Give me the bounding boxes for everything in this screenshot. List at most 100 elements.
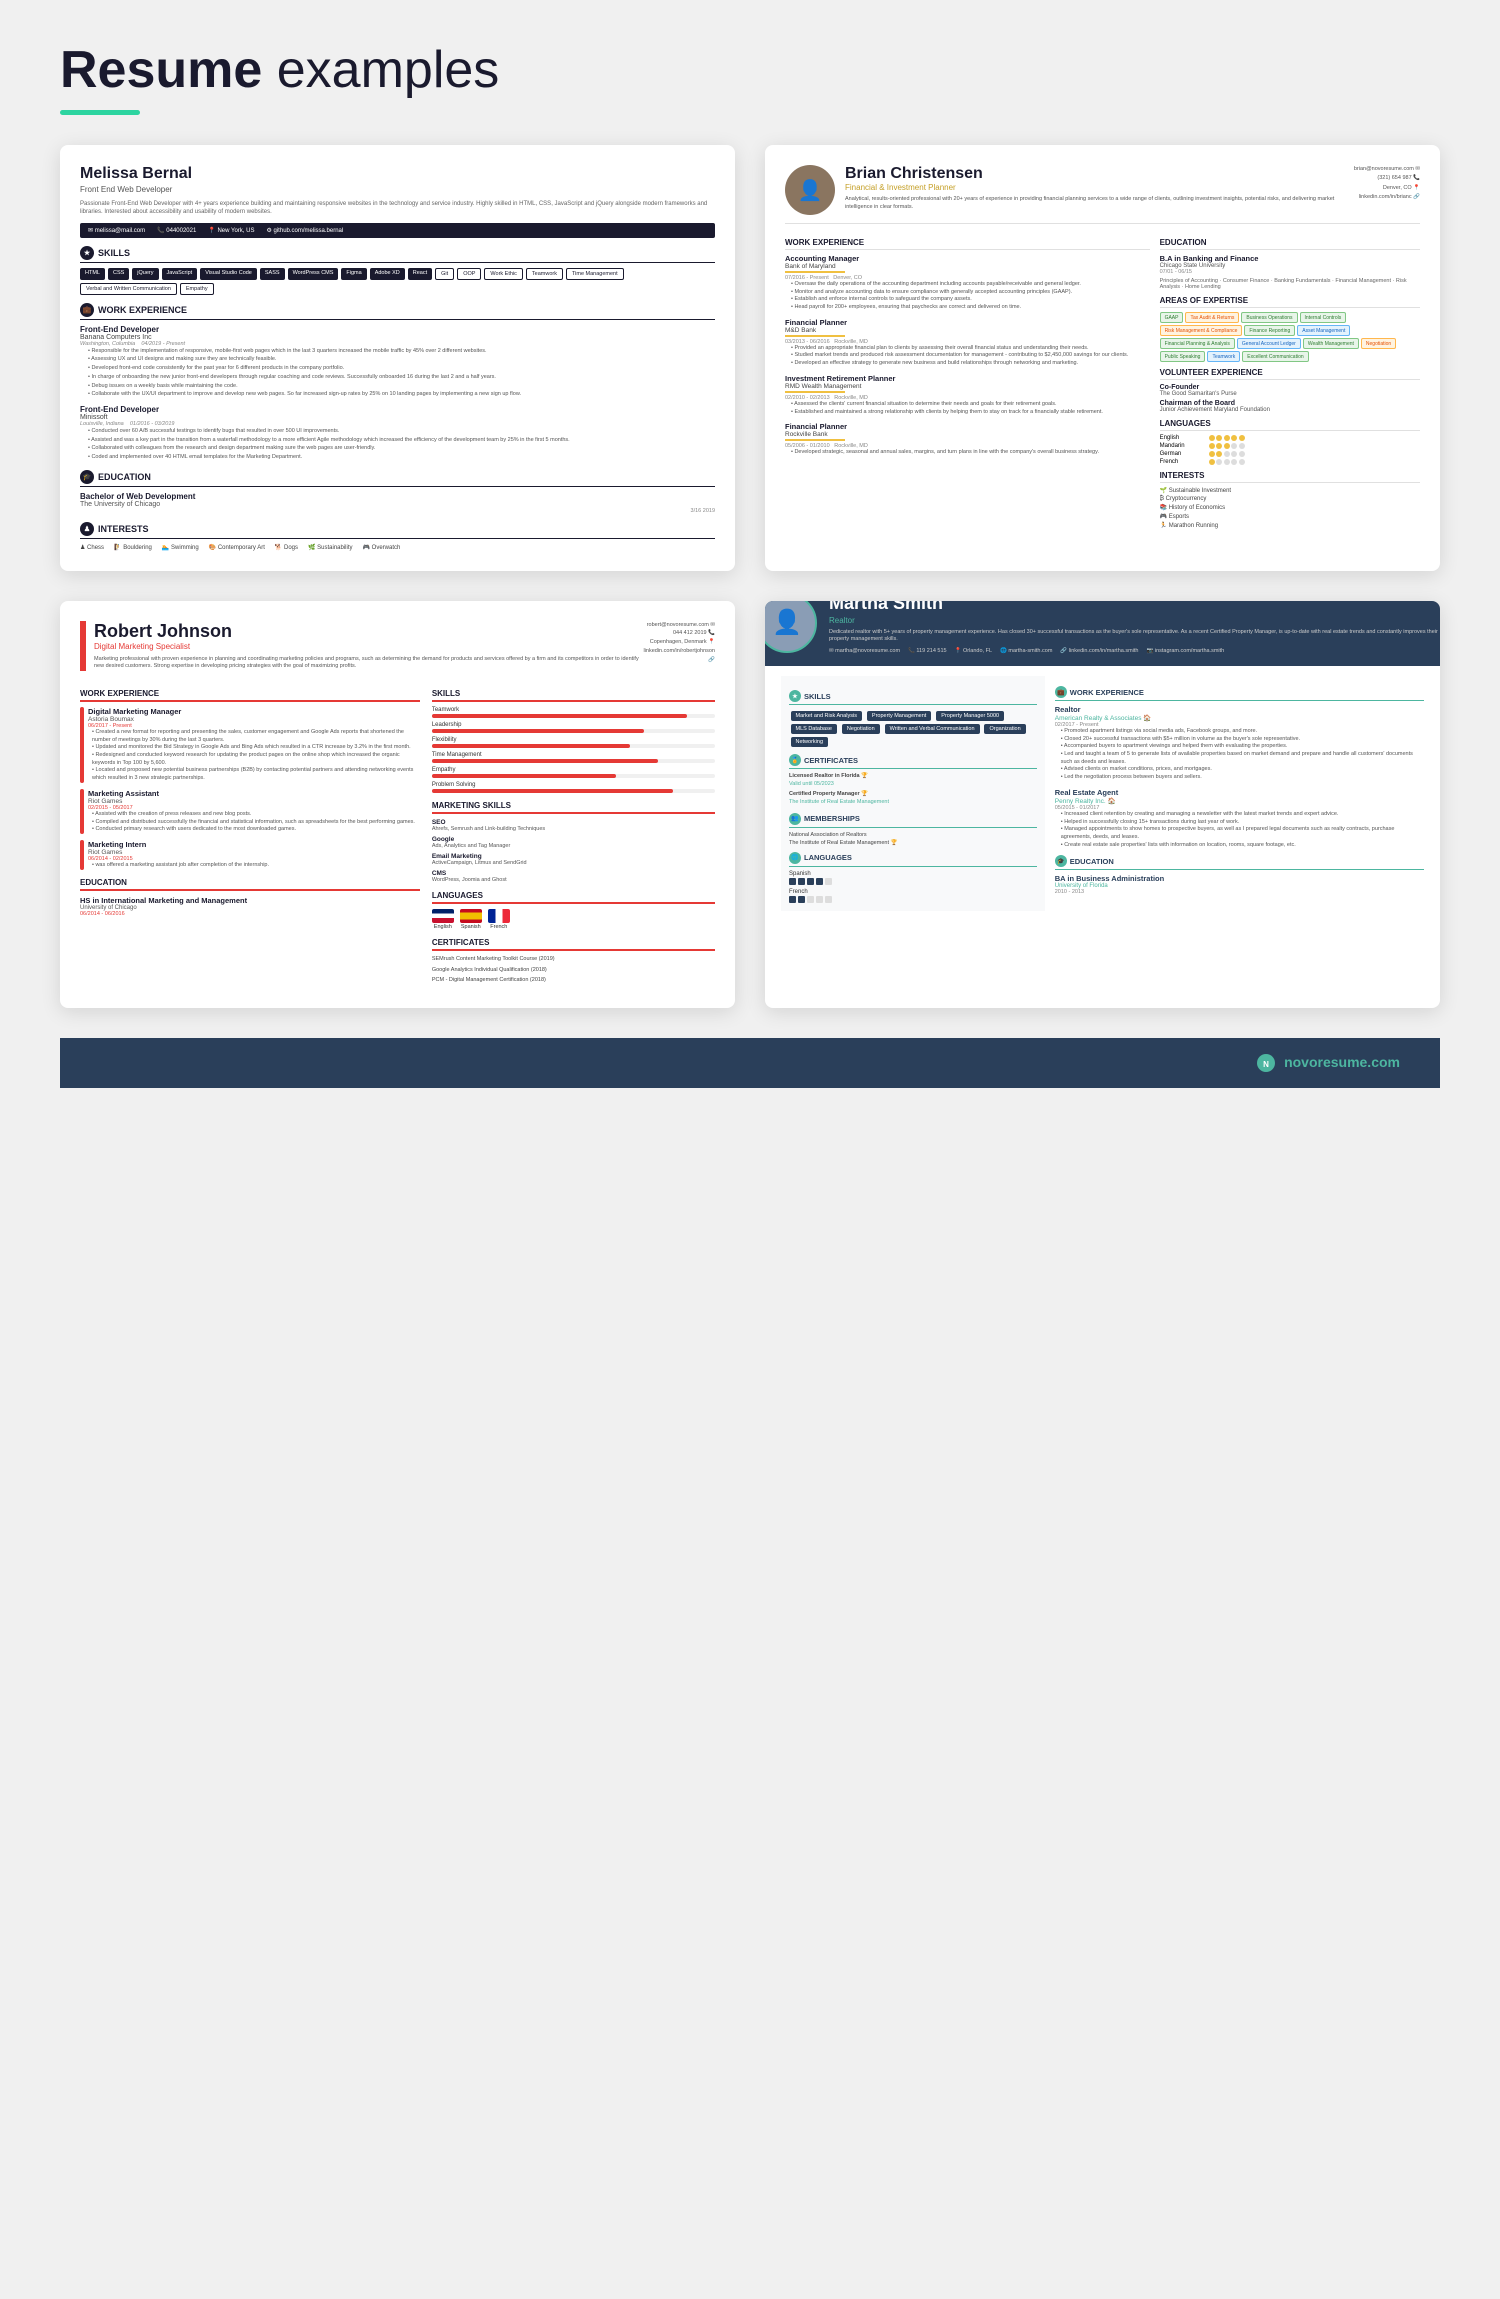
r1-skills-grid: HTML CSS jQuery JavaScript Visual Studio…: [80, 268, 715, 295]
r2-interests: 🌱 Sustainable Investment ₿ Cryptocurrenc…: [1160, 487, 1420, 529]
r2-job-2: Financial Planner M&D Bank 03/2013 - 06/…: [785, 318, 1150, 368]
r4-left: ★ SKILLS Market and Risk Analysis Proper…: [781, 676, 1045, 911]
r2-languages-heading: LANGUAGES: [1160, 419, 1420, 431]
r1-work-icon: 💼: [80, 303, 94, 317]
r3-job-1: Digital Marketing Manager Astoria Boumax…: [80, 707, 420, 783]
r3-flag-french: [488, 909, 510, 923]
r3-job-3: Marketing Intern Riot Games 06/2014 - 02…: [80, 840, 420, 870]
r3-skill-empathy: Empathy: [432, 767, 715, 778]
skill-ethic: Work Ethic: [484, 268, 523, 280]
r4-name: Martha Smith: [829, 601, 1440, 614]
r4-languages-heading: 🌐 LANGUAGES: [789, 852, 1037, 867]
r2-body: WORK EXPERIENCE Accounting Manager Bank …: [785, 232, 1420, 531]
r1-skills-heading: ★ SKILLS: [80, 246, 715, 263]
resumes-grid: Melissa Bernal Front End Web Developer P…: [60, 145, 1440, 1008]
r3-edu: HS in International Marketing and Manage…: [80, 896, 420, 917]
footer-logo: N novoresume.com: [1256, 1054, 1400, 1070]
page-wrapper: Resume examples Melissa Bernal Front End…: [0, 0, 1500, 1148]
r1-job-1: Front-End Developer Banana Computers Inc…: [80, 325, 715, 399]
resume-robert-johnson: Robert Johnson Digital Marketing Special…: [60, 601, 735, 1008]
r4-work-heading: 💼 WORK EXPERIENCE: [1055, 686, 1424, 701]
skill-html: HTML: [80, 268, 105, 280]
r1-header: Melissa Bernal Front End Web Developer P…: [80, 165, 715, 238]
r3-certs-heading: CERTIFICATES: [432, 938, 715, 951]
r2-interests-heading: INTERESTS: [1160, 471, 1420, 483]
r4-contact-icons: ✉ martha@novoresume.com 📞 119 214 515 📍 …: [829, 648, 1440, 654]
r4-skills: Market and Risk Analysis Property Manage…: [789, 709, 1037, 748]
r4-job-2: Real Estate Agent Penny Realty Inc. 🏠 05…: [1055, 788, 1424, 849]
resume-melissa-bernal: Melissa Bernal Front End Web Developer P…: [60, 145, 735, 571]
r2-contact-right: brian@novoresume.com ✉ (321) 654 987 📞 D…: [1354, 165, 1420, 202]
r3-mktg-skills-heading: MARKETING SKILLS: [432, 801, 715, 814]
skill-time: Time Management: [566, 268, 624, 280]
r3-mktg-skills: SEO Ahrefs, Semrush and Link-building Te…: [432, 819, 715, 883]
r1-email: ✉ melissa@mail.com: [88, 227, 145, 234]
skill-react: React: [408, 268, 432, 280]
r2-expertise-heading: AREAS OF EXPERTISE: [1160, 296, 1420, 308]
r1-edu: Bachelor of Web Development The Universi…: [80, 492, 715, 514]
page-title: Resume examples: [60, 40, 1440, 100]
r3-name: Robert Johnson: [94, 621, 643, 642]
skill-teamwork: Teamwork: [526, 268, 563, 280]
r3-left: WORK EXPERIENCE Digital Marketing Manage…: [80, 681, 420, 988]
r4-certs-heading: 🏅 CERTIFICATES: [789, 754, 1037, 769]
r3-contact: robert@novoresume.com ✉ 044 412 2019 📞 C…: [643, 621, 715, 665]
r1-phone: 📞 044002021: [157, 227, 196, 234]
r3-edu-heading: EDUCATION: [80, 878, 420, 891]
skill-comm: Verbal and Written Communication: [80, 283, 177, 295]
r3-work-heading: WORK EXPERIENCE: [80, 689, 420, 702]
r3-skill-leadership: Leadership: [432, 722, 715, 733]
skill-git: Git: [435, 268, 454, 280]
r2-edu: B.A in Banking and Finance Chicago State…: [1160, 254, 1420, 290]
r4-edu-heading: 🎓 EDUCATION: [1055, 855, 1424, 870]
skill-figma: Figma: [341, 268, 366, 280]
footer-bar: N novoresume.com: [60, 1038, 1440, 1088]
r4-edu: BA in Business Administration University…: [1055, 874, 1424, 895]
r2-header: 👤 Brian Christensen Financial & Investme…: [785, 165, 1420, 224]
r4-header-info: Martha Smith Realtor Dedicated realtor w…: [829, 601, 1440, 654]
r3-certs: SEMrush Content Marketing Toolkit Course…: [432, 956, 715, 985]
r3-accent-bar: [80, 621, 86, 671]
resume-martha-smith: 👤 Martha Smith Realtor Dedicated realtor…: [765, 601, 1440, 1008]
r1-interests: ♟ Chess 🧗 Bouldering 🏊 Swimming 🎨 Contem…: [80, 544, 715, 551]
r3-flag-spanish: [460, 909, 482, 923]
resume-brian-christensen: 👤 Brian Christensen Financial & Investme…: [765, 145, 1440, 571]
r3-skill-teamwork: Teamwork: [432, 707, 715, 718]
skill-wp: WordPress CMS: [288, 268, 339, 280]
skill-oop: OOP: [457, 268, 481, 280]
title-underline: [60, 110, 140, 115]
r4-skills-heading: ★ SKILLS: [789, 690, 1037, 705]
r2-volunteer-heading: VOLUNTEER EXPERIENCE: [1160, 368, 1420, 380]
skill-adobe: Adobe XD: [370, 268, 405, 280]
r4-right: 💼 WORK EXPERIENCE Realtor American Realt…: [1055, 676, 1424, 911]
r1-interests-heading: ♟ INTERESTS: [80, 522, 715, 539]
r2-info: Brian Christensen Financial & Investment…: [845, 165, 1344, 211]
r3-skills-heading: SKILLS: [432, 689, 715, 702]
r2-left: WORK EXPERIENCE Accounting Manager Bank …: [785, 232, 1150, 531]
r2-right: EDUCATION B.A in Banking and Finance Chi…: [1160, 232, 1420, 531]
skill-vsc: Visual Studio Code: [200, 268, 257, 280]
svg-text:N: N: [1263, 1060, 1269, 1069]
r1-bio: Passionate Front-End Web Developer with …: [80, 200, 715, 217]
r2-expertise-tags: GAAP Tax Audit & Returns Business Operat…: [1160, 312, 1420, 362]
r1-job-2: Front-End Developer Minissoft Louisville…: [80, 405, 715, 462]
r1-edu-icon: 🎓: [80, 470, 94, 484]
r2-work-heading: WORK EXPERIENCE: [785, 238, 1150, 250]
r2-edu-heading: EDUCATION: [1160, 238, 1420, 250]
r4-body: ★ SKILLS Market and Risk Analysis Proper…: [765, 676, 1440, 927]
r4-tagline: Dedicated realtor with 5+ years of prope…: [829, 629, 1440, 644]
r4-job-1: Realtor American Realty & Associates 🏠 0…: [1055, 705, 1424, 782]
r2-bio: Analytical, results-oriented professiona…: [845, 196, 1344, 211]
r1-contact-bar: ✉ melissa@mail.com 📞 044002021 📍 New Yor…: [80, 223, 715, 238]
r1-name: Melissa Bernal: [80, 165, 715, 183]
r1-title: Front End Web Developer: [80, 185, 715, 194]
r4-certs: Licensed Realtor in Florida 🏆 Valid unti…: [789, 773, 1037, 807]
r2-job-4: Financial Planner Rockville Bank 05/2006…: [785, 422, 1150, 457]
r2-languages: English Mandarin: [1160, 435, 1420, 465]
r4-memberships: National Association of Realtors The Ins…: [789, 832, 1037, 846]
r1-work-heading: 💼 WORK EXPERIENCE: [80, 303, 715, 320]
r3-bio: Marketing professional with proven exper…: [94, 656, 643, 671]
skill-sass: SASS: [260, 268, 285, 280]
r3-header: Robert Johnson Digital Marketing Special…: [80, 621, 715, 671]
skill-empathy: Empathy: [180, 283, 214, 295]
